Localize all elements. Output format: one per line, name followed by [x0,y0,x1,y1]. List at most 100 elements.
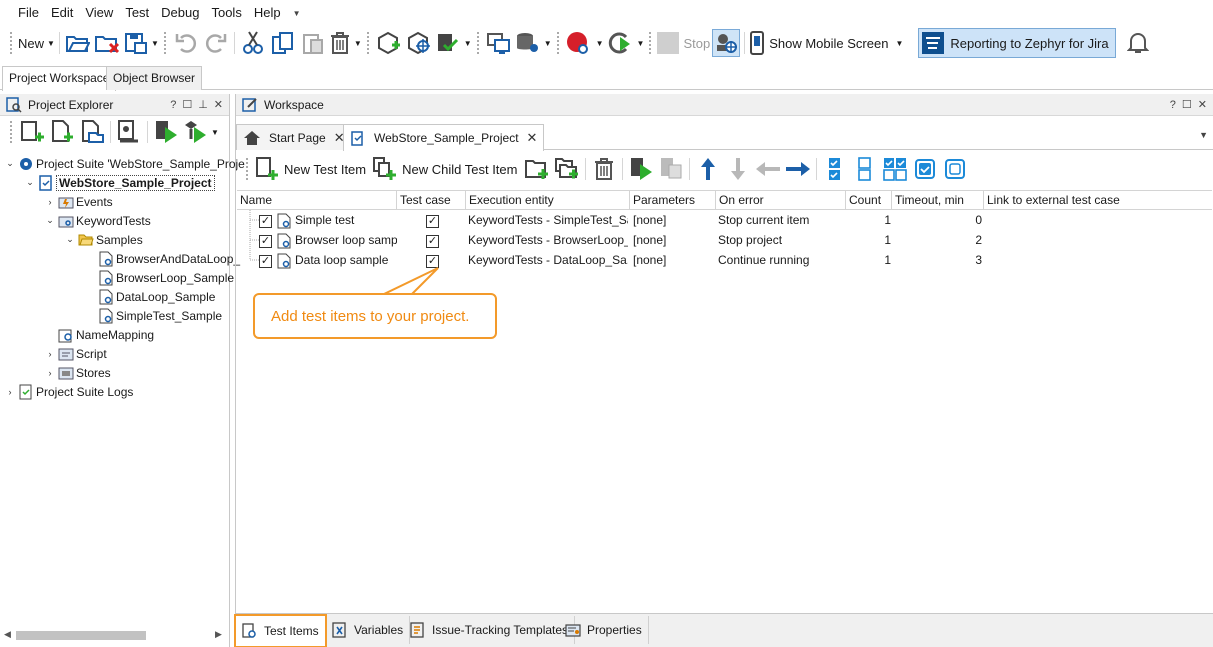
row-enabled-checkbox[interactable]: ✓ [259,250,272,270]
column-header-on-error[interactable]: On error [716,191,846,210]
tab-project-workspace[interactable]: Project Workspace [2,66,117,91]
paste-button[interactable] [299,29,327,57]
scrollbar-thumb[interactable] [16,631,146,640]
horizontal-scrollbar[interactable]: ◀ ▶ [0,627,229,643]
cell-test-case-checkbox[interactable]: ✓ [426,210,439,230]
toolbar-grip[interactable] [476,32,480,54]
menu-overflow-icon[interactable]: ▼ [293,9,301,18]
toolbar-grip[interactable] [246,158,249,180]
tree-node-events[interactable]: › Events [44,192,113,211]
menu-view[interactable]: View [79,0,119,26]
move-left-button[interactable] [754,155,782,183]
undo-button[interactable] [172,29,200,57]
tree-node-project-suite-logs[interactable]: › Project Suite Logs [4,382,133,401]
notifications-button[interactable] [1124,29,1152,57]
tab-test-items[interactable]: Test Items [234,614,327,647]
column-header-test-case[interactable]: Test case [397,191,466,210]
run-project-button[interactable] [152,118,180,146]
expand-icon[interactable]: › [4,387,16,397]
open-item-button[interactable] [78,118,106,146]
expand-icon[interactable]: › [44,197,56,207]
database-button[interactable]: ▼ [515,29,552,57]
tab-issue-tracking-templates[interactable]: Issue-Tracking Templates [404,616,576,644]
column-header-name[interactable]: Name [237,191,397,210]
row-enabled-checkbox[interactable]: ✓ [259,230,272,250]
project-properties-button[interactable] [115,118,143,146]
toolbar-grip[interactable] [163,32,167,54]
tree-node-stores[interactable]: › Stores [44,363,111,382]
move-right-button[interactable] [784,155,812,183]
tree-node-namemapping[interactable]: NameMapping [56,325,154,344]
new-child-test-item-button[interactable]: New Child Test Item [372,155,521,183]
delete-item-button[interactable] [590,155,618,183]
redo-button[interactable] [202,29,230,57]
tree-node-dataloop[interactable]: DataLoop_Sample [96,287,215,306]
stop-button[interactable]: Stop [657,29,710,57]
cell-test-case-checkbox[interactable]: ✓ [426,230,439,250]
save-button[interactable]: ▼ [124,29,159,57]
add-child-group-button[interactable] [553,155,581,183]
close-tab-icon[interactable]: ✕ [527,130,538,146]
tree-node-webstore-project[interactable]: ⌄ WebStore_Sample_Project [24,173,215,192]
add-existing-item-button[interactable] [48,118,76,146]
add-item-button[interactable] [375,29,403,57]
delete-button[interactable]: ▼ [329,29,362,57]
tab-object-browser[interactable]: Object Browser [106,66,203,90]
show-mobile-screen-button[interactable]: Show Mobile Screen ▼ [749,29,903,57]
help-icon[interactable]: ? [170,99,176,111]
toolbar-grip[interactable] [556,32,560,54]
check-all-button[interactable] [821,155,849,183]
collapse-icon[interactable]: ⌄ [24,177,36,188]
run-button[interactable]: ▼ [606,29,644,57]
toolbar-grip[interactable] [10,121,13,143]
toggle-selection-button[interactable] [881,155,909,183]
tree-node-samples[interactable]: ⌄ Samples [64,230,142,249]
add-group-button[interactable] [523,155,551,183]
move-down-button[interactable] [724,155,752,183]
pin-icon[interactable]: ⊥ [198,98,208,111]
row-enabled-checkbox[interactable]: ✓ [259,210,272,230]
table-row[interactable]: ✓ Simple test ✓ KeywordTests - SimpleTes… [237,210,1212,230]
tab-properties[interactable]: Properties [559,616,649,644]
expand-icon[interactable]: › [44,368,56,378]
column-header-count[interactable]: Count [846,191,892,210]
tab-variables[interactable]: Variables [326,616,411,644]
menu-file[interactable]: File [12,0,45,26]
scroll-right-icon[interactable]: ▶ [215,629,222,640]
cut-button[interactable] [239,29,267,57]
run-selected-button[interactable] [627,155,655,183]
collapse-icon[interactable]: ⌄ [64,234,76,245]
open-button[interactable] [64,29,92,57]
maximize-icon[interactable]: ☐ [1182,98,1192,111]
table-row[interactable]: ✓ Browser loop sample ✓ KeywordTests - B… [237,230,1212,250]
menu-tools[interactable]: Tools [205,0,247,26]
debug-mode-button[interactable] [712,29,741,57]
checkpoint-button[interactable]: ▼ [435,29,472,57]
menu-test[interactable]: Test [119,0,155,26]
close-project-button[interactable] [94,29,122,57]
toolbar-grip[interactable] [10,32,13,54]
maximize-icon[interactable]: ☐ [182,98,192,111]
copy-button[interactable] [269,29,297,57]
menu-help[interactable]: Help [248,0,287,26]
tab-overflow-icon[interactable]: ▼ [1199,130,1208,140]
new-test-item-button[interactable]: New Test Item [254,155,370,183]
tab-webstore-project[interactable]: WebStore_Sample_Project ✕ [343,124,545,151]
toolbar-grip[interactable] [366,32,370,54]
close-icon[interactable]: ✕ [1198,98,1207,111]
tree-node-browserloop[interactable]: BrowserLoop_Sample [96,268,234,287]
tree-node-simpletest[interactable]: SimpleTest_Sample [96,306,222,325]
collapse-icon[interactable]: ⌄ [4,158,16,169]
move-up-button[interactable] [694,155,722,183]
uncheck-all-button[interactable] [851,155,879,183]
new-button[interactable]: New ▼ [18,29,55,57]
help-icon[interactable]: ? [1170,99,1176,111]
column-header-timeout[interactable]: Timeout, min [892,191,984,210]
tree-node-keywordtests[interactable]: ⌄ KeywordTests [44,211,150,230]
scroll-left-icon[interactable]: ◀ [4,629,11,640]
check-selected-button[interactable] [911,155,939,183]
collapse-icon[interactable]: ⌄ [44,215,56,226]
tab-start-page[interactable]: Start Page ✕ [236,124,352,150]
expand-icon[interactable]: › [44,349,56,359]
toolbar-grip[interactable] [649,32,652,54]
